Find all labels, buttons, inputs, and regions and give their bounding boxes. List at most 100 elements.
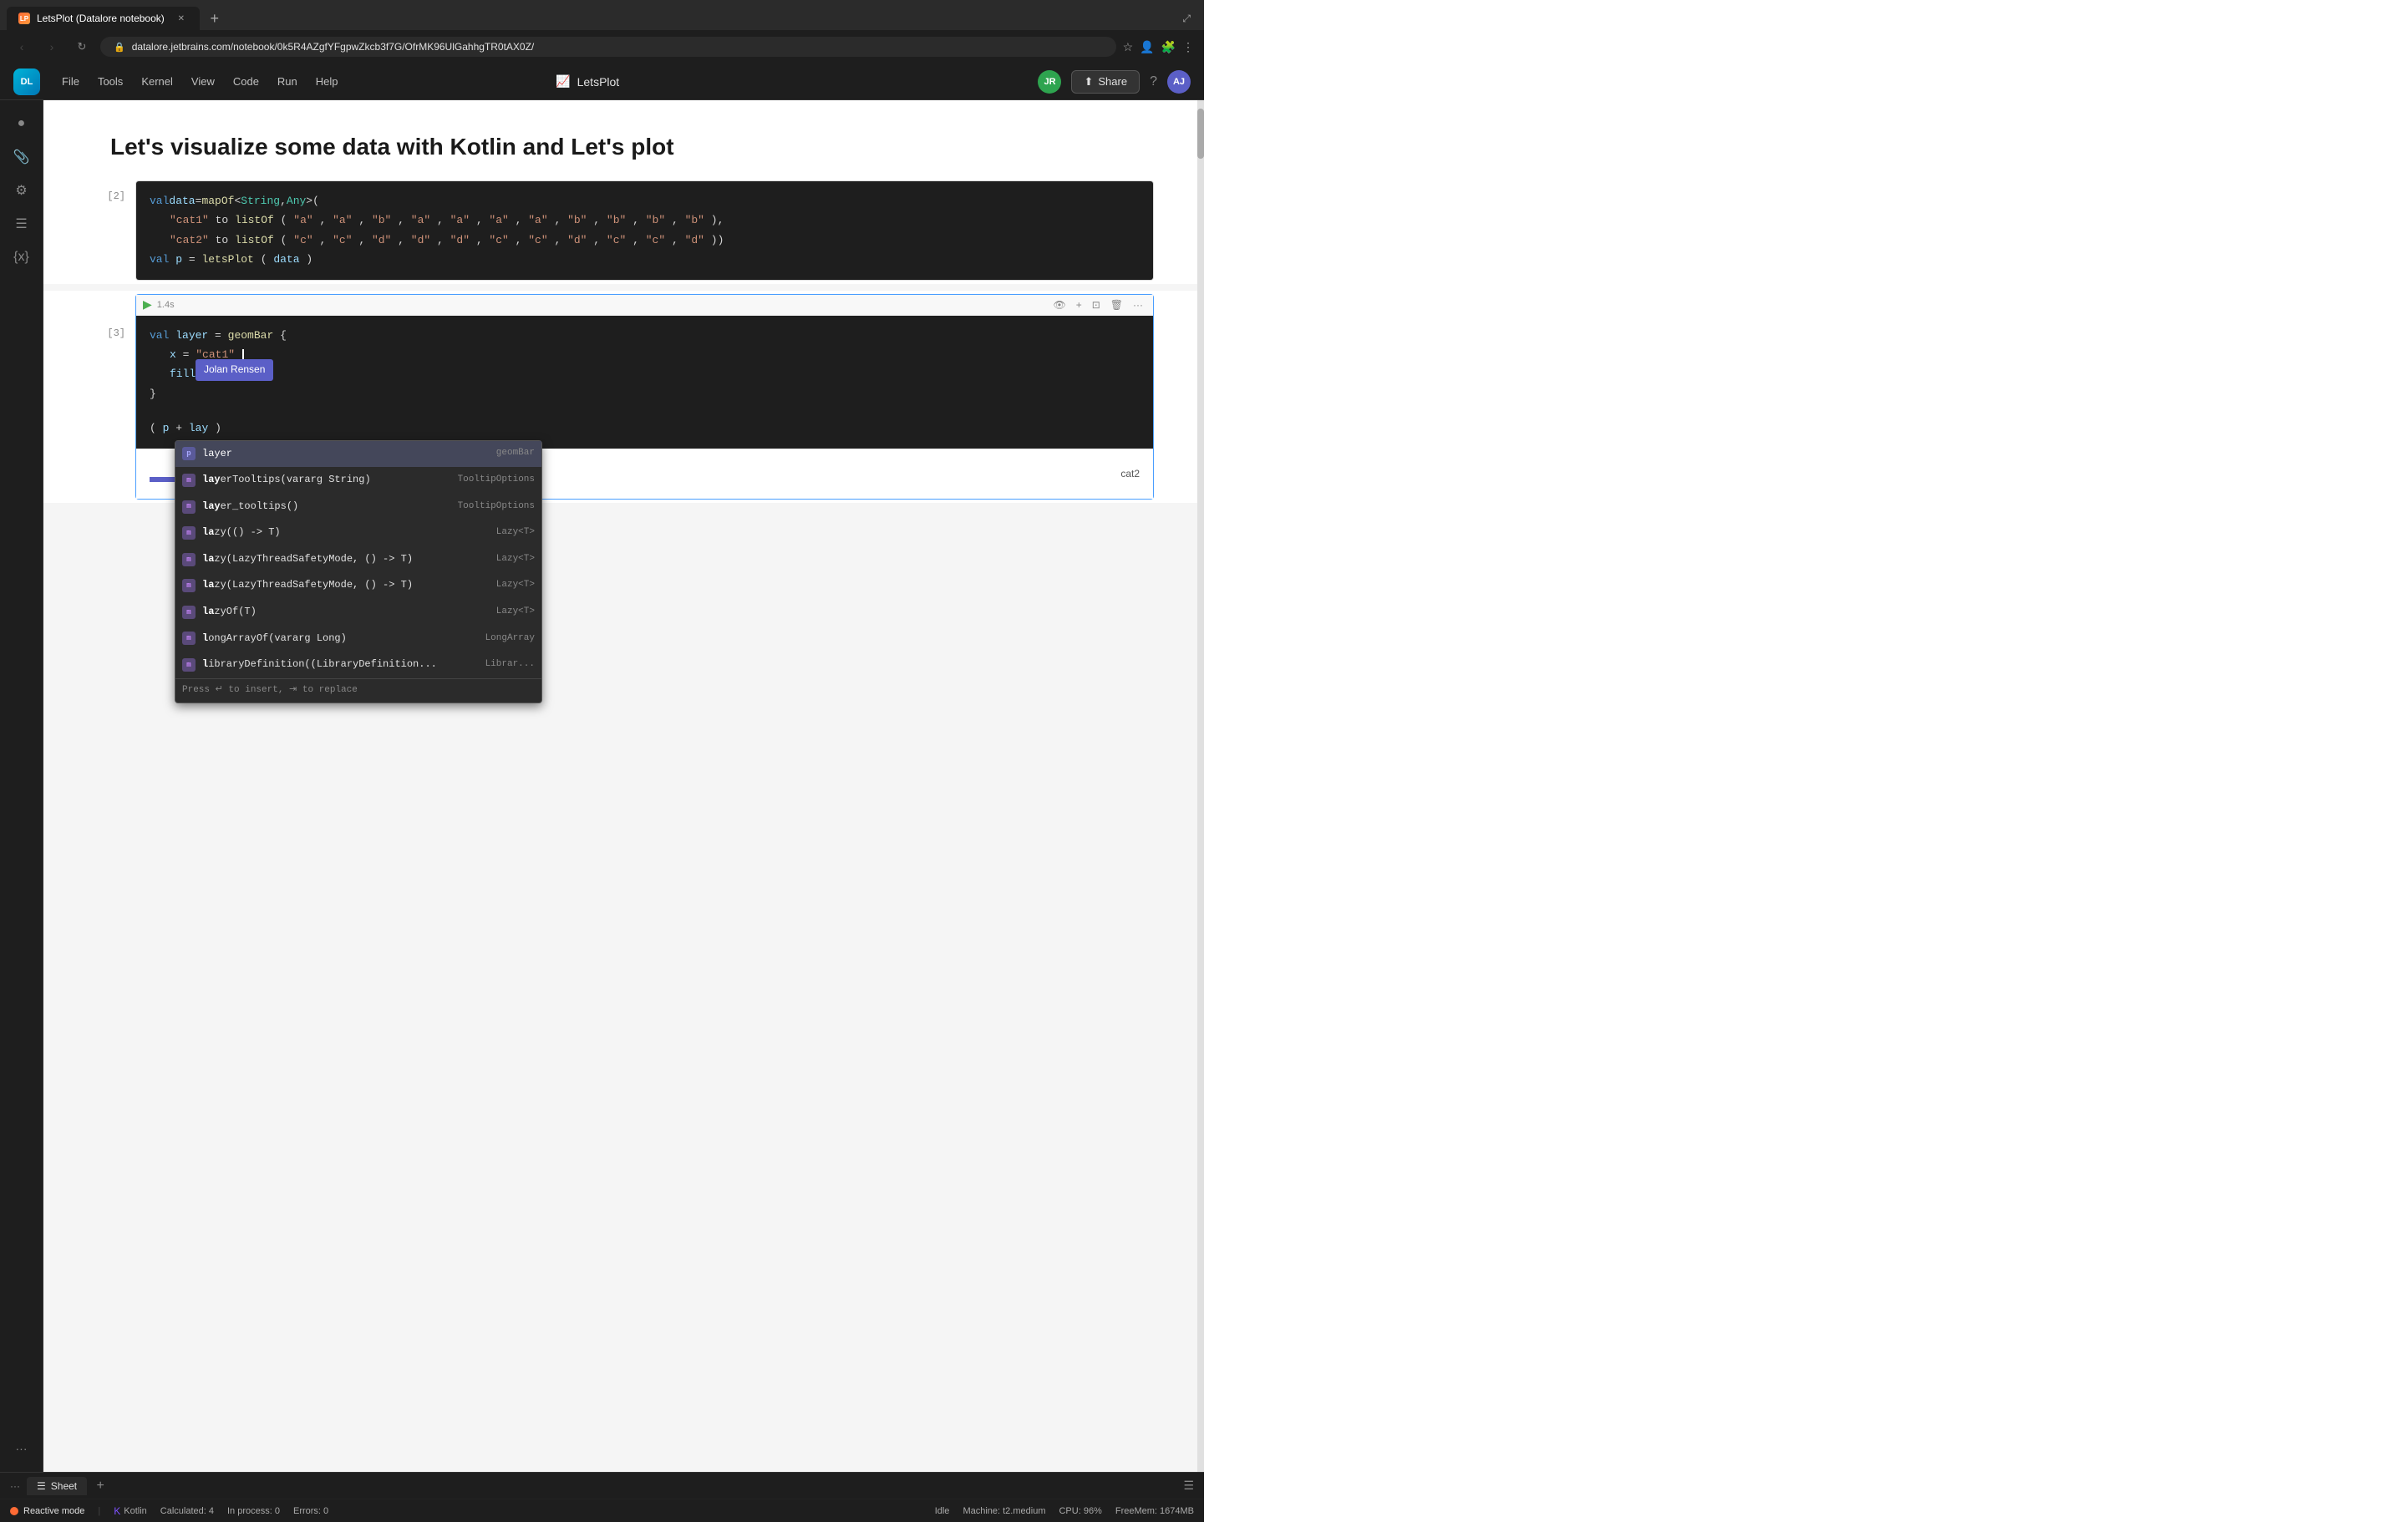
ac-type-1: TooltipOptions	[458, 472, 535, 489]
status-errors: Errors: 0	[293, 1506, 328, 1516]
ac-icon-6: m	[182, 606, 196, 619]
ac-item-2[interactable]: m layer_tooltips() TooltipOptions	[175, 494, 541, 520]
browser-tab-bar: LP LetsPlot (Datalore notebook) ✕ + ⤢	[0, 0, 1204, 30]
tab-close-button[interactable]: ✕	[175, 12, 188, 25]
extensions-icon[interactable]: 🧩	[1161, 40, 1176, 54]
ac-item-5[interactable]: m lazy(LazyThreadSafetyMode, () -> T) La…	[175, 572, 541, 599]
cell-2-body: val data = mapOf < String , Any >( "cat1…	[136, 181, 1153, 280]
new-tab-button[interactable]: +	[203, 7, 226, 30]
status-idle: Idle	[935, 1506, 950, 1516]
ac-item-1[interactable]: m layerTooltips(vararg String) TooltipOp…	[175, 467, 541, 494]
cell-3-container: [3] ▶ 1.4s 👁 + ⊡ 🗑 ···	[43, 291, 1204, 503]
share-button[interactable]: ⬆ Share	[1071, 70, 1140, 94]
cell-3-content[interactable]: ▶ 1.4s 👁 + ⊡ 🗑 ··· val layer	[135, 294, 1154, 500]
ac-type-7: LongArray	[485, 631, 535, 647]
sidebar-icon-attachments[interactable]: 📎	[8, 144, 35, 170]
app-title: 📈 LetsPlot	[556, 74, 619, 89]
menu-bar: File Tools Kernel View Code Run Help	[53, 72, 347, 91]
add-cell-button[interactable]: +	[1073, 297, 1085, 312]
active-tab[interactable]: LP LetsPlot (Datalore notebook) ✕	[7, 7, 200, 30]
sidebar-icon-outline[interactable]: ☰	[8, 211, 35, 237]
cell-2-number: [2]	[94, 180, 135, 281]
browser-toolbar: ‹ › ↻ 🔒 datalore.jetbrains.com/notebook/…	[0, 30, 1204, 63]
add-sheet-button[interactable]: +	[90, 1476, 110, 1496]
sheet-label: Sheet	[51, 1480, 77, 1492]
tab-favicon: LP	[18, 13, 30, 24]
ac-item-7[interactable]: m longArrayOf(vararg Long) LongArray	[175, 626, 541, 652]
cell-3-toolbar: ▶ 1.4s 👁 + ⊡ 🗑 ···	[136, 295, 1153, 316]
user-avatar-aj: AJ	[1167, 70, 1191, 94]
menu-icon[interactable]: ⋮	[1182, 40, 1194, 54]
status-machine: Machine: t2.medium	[963, 1506, 1045, 1516]
ac-item-4[interactable]: m lazy(LazyThreadSafetyMode, () -> T) La…	[175, 546, 541, 573]
ac-icon-5: m	[182, 579, 196, 592]
code-line-2: "cat1" to listOf ( "a" , "a" , "b" , "a"…	[150, 211, 1140, 230]
reactive-mode-label: Reactive mode	[23, 1506, 84, 1516]
menu-help[interactable]: Help	[307, 72, 347, 91]
ac-icon-1: m	[182, 474, 196, 487]
autocomplete-dropdown: p layer geomBar m layerTooltips(vararg S…	[175, 440, 542, 703]
ac-type-6: Lazy<T>	[496, 604, 535, 621]
code-3-line-2: x = "cat1"	[150, 345, 1140, 364]
status-calculated: Calculated: 4	[160, 1506, 214, 1516]
ac-item-8[interactable]: m libraryDefinition((LibraryDefinition..…	[175, 652, 541, 678]
menu-file[interactable]: File	[53, 72, 88, 91]
cell-3-number: [3]	[94, 294, 135, 500]
back-button[interactable]: ‹	[10, 35, 33, 58]
user-tooltip: Jolan Rensen	[196, 359, 273, 381]
bookmark-icon[interactable]: ☆	[1123, 40, 1134, 54]
code-3-line-1: val layer = geomBar {	[150, 326, 1140, 345]
ac-icon-4: m	[182, 553, 196, 566]
scrollbar-thumb[interactable]	[1197, 109, 1204, 159]
ac-item-0[interactable]: p layer geomBar	[175, 441, 541, 468]
menu-tools[interactable]: Tools	[89, 72, 131, 91]
ac-icon-8: m	[182, 658, 196, 672]
cell-3-body[interactable]: val layer = geomBar { x = "cat1"	[136, 316, 1153, 449]
sheet-tab[interactable]: ☰ Sheet	[27, 1477, 87, 1495]
ac-label-1: layerTooltips(vararg String)	[202, 471, 451, 490]
menu-run[interactable]: Run	[269, 72, 306, 91]
help-button[interactable]: ?	[1150, 74, 1157, 89]
left-sidebar: ● 📎 ⚙ ☰ {x} ···	[0, 100, 43, 1472]
user-avatar-jr: JR	[1038, 70, 1061, 94]
reactive-mode-indicator[interactable]: Reactive mode	[10, 1506, 84, 1516]
sidebar-icon-more[interactable]: ···	[8, 1435, 35, 1462]
menu-code[interactable]: Code	[225, 72, 267, 91]
maximize-button[interactable]: ⤢	[1176, 9, 1197, 28]
share-label: Share	[1098, 75, 1127, 88]
cell-2-content[interactable]: val data = mapOf < String , Any >( "cat1…	[135, 180, 1154, 281]
kotlin-icon: K	[114, 1505, 120, 1517]
refresh-button[interactable]: ↻	[70, 35, 94, 58]
menu-expand-button[interactable]: ☰	[1183, 1479, 1194, 1493]
ac-icon-2: m	[182, 500, 196, 514]
app-bar-right: JR ⬆ Share ? AJ	[1038, 70, 1191, 94]
status-divider-1: |	[98, 1506, 100, 1516]
lock-icon: 🔒	[114, 42, 125, 53]
more-cell-options[interactable]: ···	[1130, 297, 1146, 312]
delete-cell-button[interactable]: 🗑	[1107, 297, 1126, 312]
forward-button[interactable]: ›	[40, 35, 64, 58]
more-options-button[interactable]: ···	[10, 1480, 20, 1492]
address-bar[interactable]: 🔒 datalore.jetbrains.com/notebook/0k5R4A…	[100, 37, 1116, 57]
ac-icon-0: p	[182, 447, 196, 460]
title-text: LetsPlot	[577, 75, 620, 89]
sidebar-icon-settings[interactable]: ⚙	[8, 177, 35, 204]
title-icon: 📈	[556, 74, 570, 89]
profile-icon[interactable]: 👤	[1140, 40, 1154, 54]
menu-view[interactable]: View	[183, 72, 223, 91]
sidebar-icon-home[interactable]: ●	[8, 110, 35, 137]
run-button[interactable]: ▶	[143, 297, 152, 312]
ac-icon-3: m	[182, 526, 196, 540]
cell-options-button[interactable]: ⊡	[1089, 297, 1104, 312]
eye-icon[interactable]: 👁	[1049, 297, 1069, 312]
ac-item-3[interactable]: m lazy(() -> T) Lazy<T>	[175, 520, 541, 546]
chart-label: cat2	[1120, 468, 1140, 479]
ac-item-6[interactable]: m lazyOf(T) Lazy<T>	[175, 599, 541, 626]
sheet-icon: ☰	[37, 1480, 46, 1492]
ac-label-2: layer_tooltips()	[202, 498, 451, 516]
menu-kernel[interactable]: Kernel	[133, 72, 181, 91]
sidebar-icon-variables[interactable]: {x}	[8, 244, 35, 271]
scrollbar[interactable]	[1197, 100, 1204, 1472]
bottom-tabs: ··· ☰ Sheet + ☰	[0, 1472, 1204, 1499]
ac-icon-7: m	[182, 632, 196, 645]
